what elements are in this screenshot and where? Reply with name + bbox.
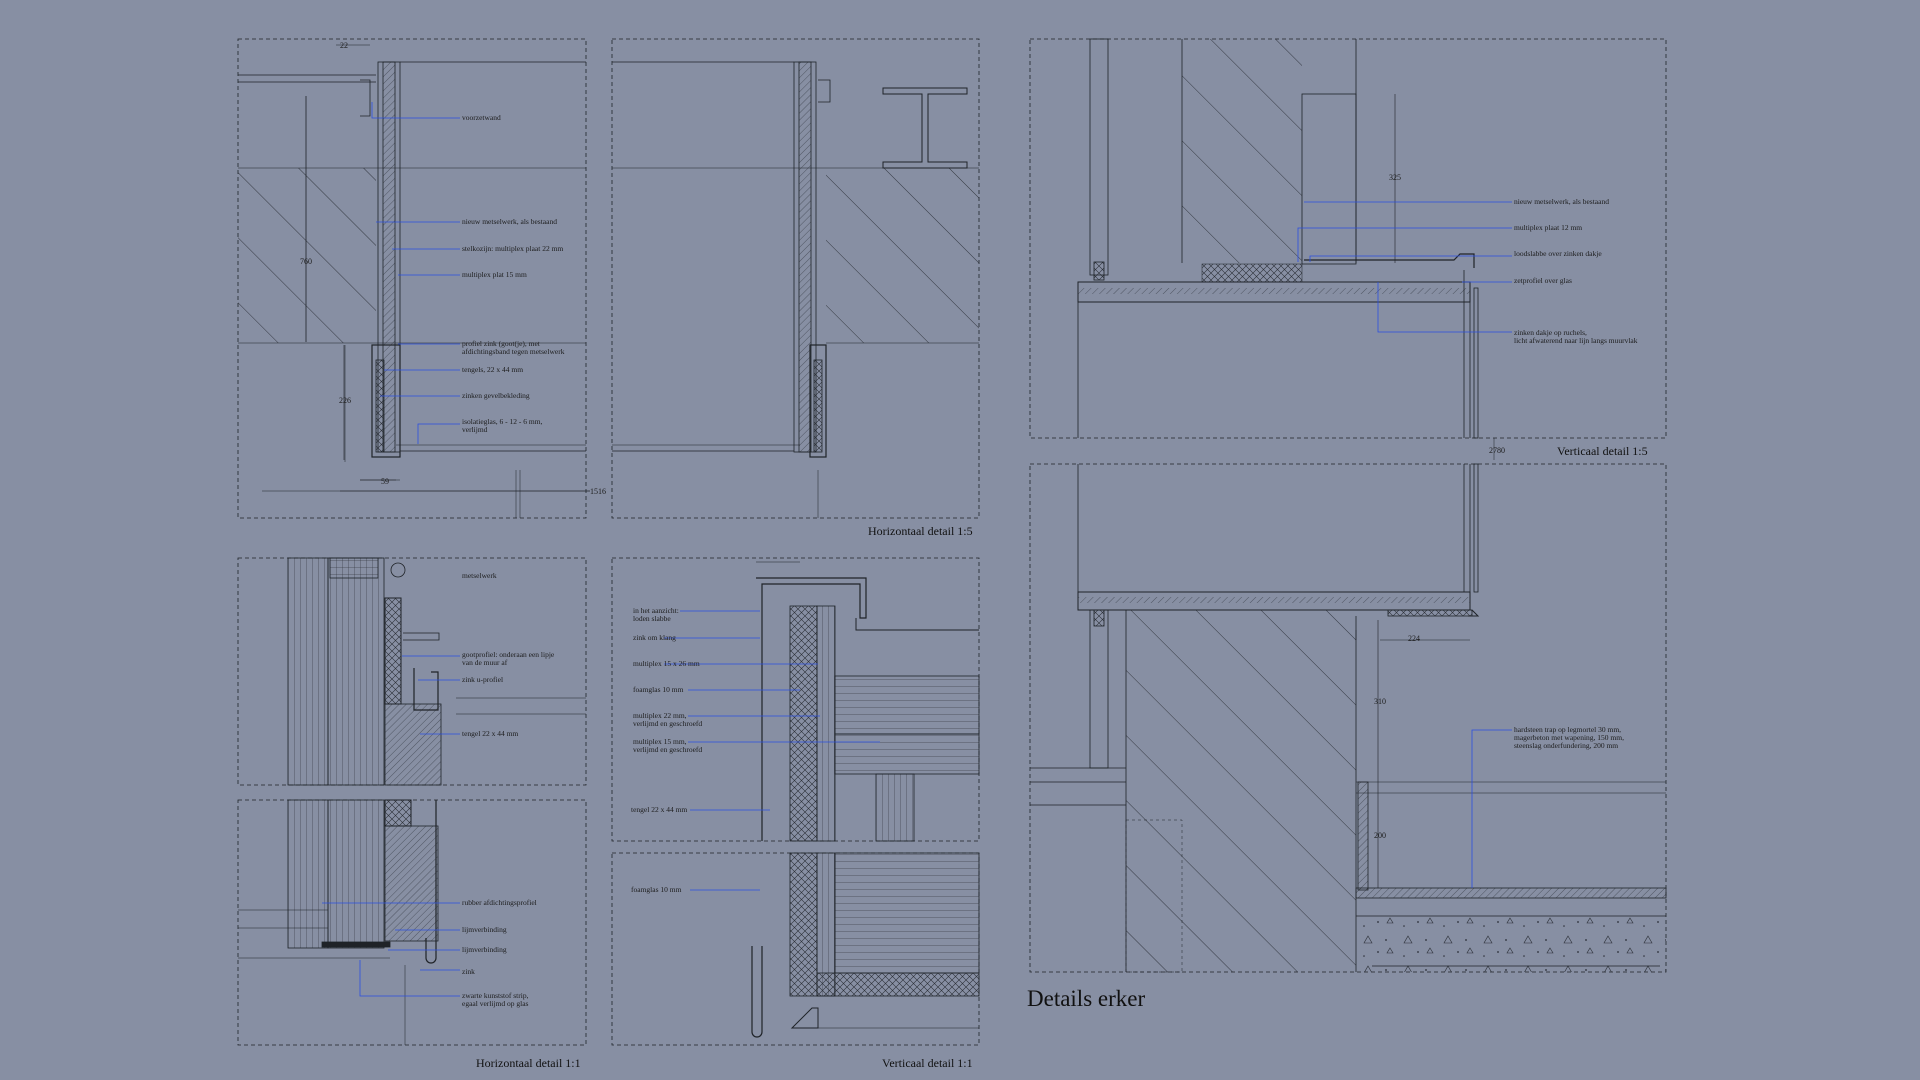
label-in-het-aanzicht: in het aanzicht: loden slabbe [633, 606, 679, 623]
dim-22: 22 [340, 41, 348, 50]
label-zwarte-strip: zwarte kunststof strip, egaal verlijmd o… [462, 991, 529, 1008]
label-multiplex-15: multiplex plat 15 mm [462, 270, 527, 279]
label-stelkozijn: stelkozijn: multiplex plaat 22 mm [462, 244, 564, 253]
sheet-title: Details erker [1027, 986, 1146, 1011]
label-r-multiplex-12: multiplex plaat 12 mm [1514, 223, 1583, 232]
dim-224: 224 [1408, 634, 1420, 643]
dim-325: 325 [1389, 173, 1401, 182]
label-tengels: tengels, 22 x 44 mm [462, 365, 524, 374]
label-r-zetprofiel: zetprofiel over glas [1514, 276, 1572, 285]
drawing-sheet [237, 38, 1667, 1046]
label-tengel-22: tengel 22 x 44 mm [462, 729, 519, 738]
label-foamglas-10-a: foamglas 10 mm [633, 685, 684, 694]
dim-760: 760 [300, 257, 312, 266]
dim-310: 310 [1374, 697, 1386, 706]
panel-vertical-1-1-top [611, 557, 980, 842]
dim-1516: 1516 [590, 487, 606, 496]
caption-horizontaal-1-5: Horizontaal detail 1:5 [868, 524, 973, 538]
label-multiplex-15-v: multiplex 15 mm, verlijmd en geschroefd [633, 737, 703, 754]
label-rubber: rubber afdichtingsprofiel [462, 898, 537, 907]
dim-59: 59 [381, 477, 389, 486]
label-isolatieglas: isolatieglas, 6 - 12 - 6 mm, verlijmd [462, 417, 543, 434]
label-r-loodslabbe: loodslabbe over zinken dakje [1514, 249, 1602, 258]
label-tengel-22-b: tengel 22 x 44 mm [631, 805, 688, 814]
panel-vertical-1-1-bottom [611, 852, 980, 1046]
label-multiplex-15x26: multiplex 15 x 26 mm [633, 659, 700, 668]
panel-horizontal-1-1-bottom [237, 799, 587, 1046]
dim-200: 200 [1374, 831, 1386, 840]
label-foamglas-10-b: foamglas 10 mm [631, 885, 682, 894]
label-nieuw-metselwerk: nieuw metselwerk, als bestaand [462, 217, 557, 226]
label-lijmverbinding-1: lijmverbinding [462, 925, 507, 934]
label-profiel-zink: profiel zink (goot(je), met afdichtingsb… [462, 339, 565, 356]
panel-horizontal-1-1-top [237, 557, 587, 786]
label-zink: zink [462, 967, 475, 976]
caption-verticaal-1-1: Verticaal detail 1:1 [882, 1056, 973, 1070]
label-gootprofiel: gootprofiel: onderaan een lipje van de m… [462, 650, 555, 667]
dim-226: 226 [339, 396, 351, 405]
label-zink-u-profiel: zink u-profiel [462, 675, 504, 684]
label-multiplex-22: multiplex 22 mm, verlijmd en geschroefd [633, 711, 703, 728]
caption-verticaal-1-5: Verticaal detail 1:5 [1557, 444, 1648, 458]
label-zink-om-klang: zink om klang [633, 633, 676, 642]
panel-horizontal-1-5-left [237, 38, 590, 519]
label-metselwerk: metselwerk [462, 571, 497, 580]
panel-vertical-1-5-bottom [1029, 463, 1667, 973]
label-voorzetwand: voorzetwand [462, 113, 501, 122]
dim-2780: 2780 [1489, 446, 1505, 455]
label-r-zinken-dakje: zinken dakje op ruchels, licht afwateren… [1514, 328, 1638, 345]
label-zinken-gevelbekleding: zinken gevelbekleding [462, 391, 530, 400]
label-r-hardsteen: hardsteen trap op legmortel 30 mm, mager… [1514, 725, 1624, 750]
caption-horizontaal-1-1: Horizontaal detail 1:1 [476, 1056, 581, 1070]
label-r-metselwerk: nieuw metselwerk, als bestaand [1514, 197, 1609, 206]
label-lijmverbinding-2: lijmverbinding [462, 945, 507, 954]
panel-horizontal-1-5-right [611, 38, 980, 519]
